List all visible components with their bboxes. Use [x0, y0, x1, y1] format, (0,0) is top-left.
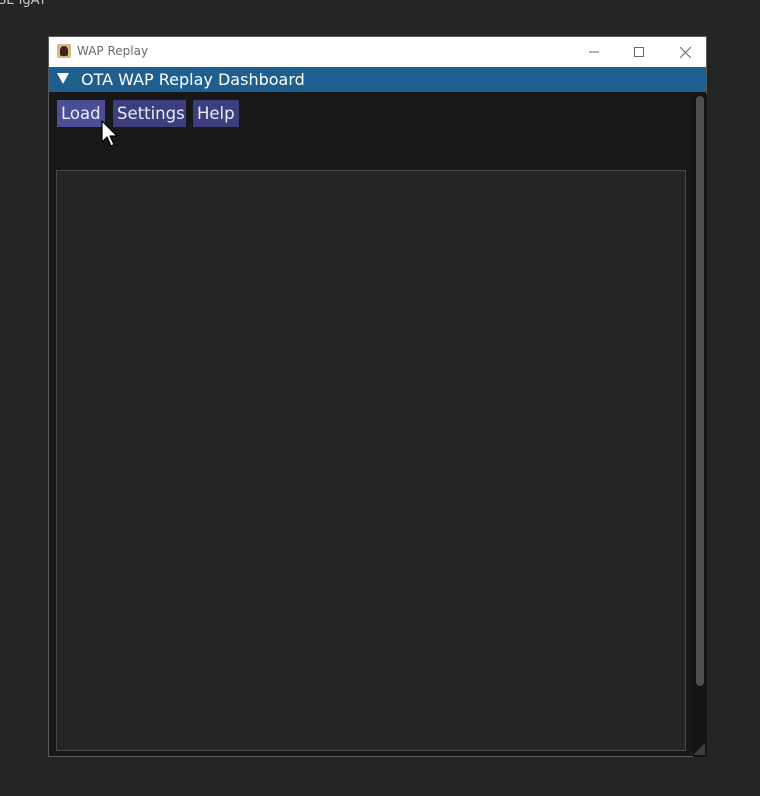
maximize-icon — [634, 47, 644, 57]
window-title: WAP Replay — [77, 44, 149, 58]
mouse-cursor-icon — [101, 120, 118, 147]
load-button[interactable]: Load — [57, 100, 105, 127]
maximize-button[interactable] — [616, 37, 662, 67]
close-icon — [679, 46, 691, 58]
minimize-button[interactable] — [571, 37, 617, 67]
app-window: WAP Replay OTA WAP Replay Dashboard Load… — [48, 36, 707, 757]
triangle-down-icon[interactable] — [57, 73, 69, 84]
close-button[interactable] — [662, 37, 708, 67]
app-icon — [57, 44, 71, 58]
scrollbar-thumb[interactable] — [696, 96, 704, 686]
vertical-scrollbar[interactable] — [693, 94, 707, 757]
window-titlebar[interactable]: WAP Replay — [49, 37, 706, 67]
desktop-background-text: SE IgAT — [0, 0, 47, 8]
dashboard-title: OTA WAP Replay Dashboard — [81, 70, 305, 89]
help-button[interactable]: Help — [193, 100, 239, 127]
dashboard-header[interactable]: OTA WAP Replay Dashboard — [49, 67, 706, 92]
minimize-icon — [589, 51, 599, 53]
content-panel — [56, 170, 686, 751]
resize-grip-icon[interactable] — [693, 743, 705, 755]
settings-button[interactable]: Settings — [113, 100, 186, 127]
